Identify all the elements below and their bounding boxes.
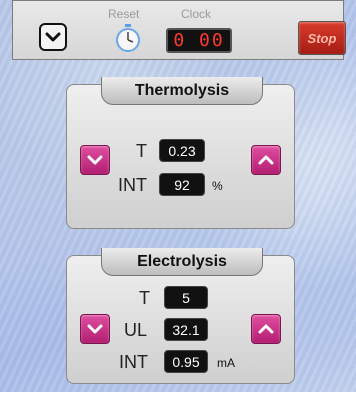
electrolysis-int-unit: mA xyxy=(217,356,235,370)
clock-label: Clock xyxy=(181,7,212,21)
thermolysis-t-label: T xyxy=(136,141,147,161)
electrolysis-decrease-button[interactable] xyxy=(80,314,110,344)
chevron-down-icon xyxy=(87,155,103,165)
electrolysis-t-label: T xyxy=(139,288,150,308)
electrolysis-t-value[interactable]: 5 xyxy=(164,286,208,309)
electrolysis-ul-label: UL xyxy=(124,320,148,340)
thermolysis-int-value[interactable]: 92 xyxy=(159,173,205,196)
thermolysis-decrease-button[interactable] xyxy=(80,145,110,175)
reset-label: Reset xyxy=(108,7,140,21)
thermolysis-int-label: INT xyxy=(118,175,147,195)
electrolysis-int-value[interactable]: 0.95 xyxy=(164,350,208,373)
top-toolbar: Reset Clock 0 00 Stop xyxy=(12,0,346,60)
chevron-down-icon xyxy=(45,32,61,42)
thermolysis-title: Thermolysis xyxy=(101,77,263,105)
stopwatch-icon[interactable] xyxy=(113,23,143,53)
electrolysis-int-label: INT xyxy=(119,352,148,372)
thermolysis-t-value[interactable]: 0.23 xyxy=(159,139,205,162)
stop-button[interactable]: Stop xyxy=(298,21,346,55)
electrolysis-title: Electrolysis xyxy=(101,248,263,276)
thermolysis-int-unit: % xyxy=(212,179,223,193)
clock-display: 0 00 xyxy=(166,28,232,53)
collapse-button[interactable] xyxy=(39,23,67,51)
thermolysis-increase-button[interactable] xyxy=(251,145,281,175)
chevron-up-icon xyxy=(258,324,274,334)
thermolysis-panel: Thermolysis T 0.23 INT 92 % xyxy=(66,77,295,229)
electrolysis-increase-button[interactable] xyxy=(251,314,281,344)
electrolysis-panel: Electrolysis T 5 UL 32.1 INT 0.95 mA xyxy=(66,248,295,384)
chevron-up-icon xyxy=(258,155,274,165)
chevron-down-icon xyxy=(87,324,103,334)
electrolysis-ul-value[interactable]: 32.1 xyxy=(164,318,208,341)
